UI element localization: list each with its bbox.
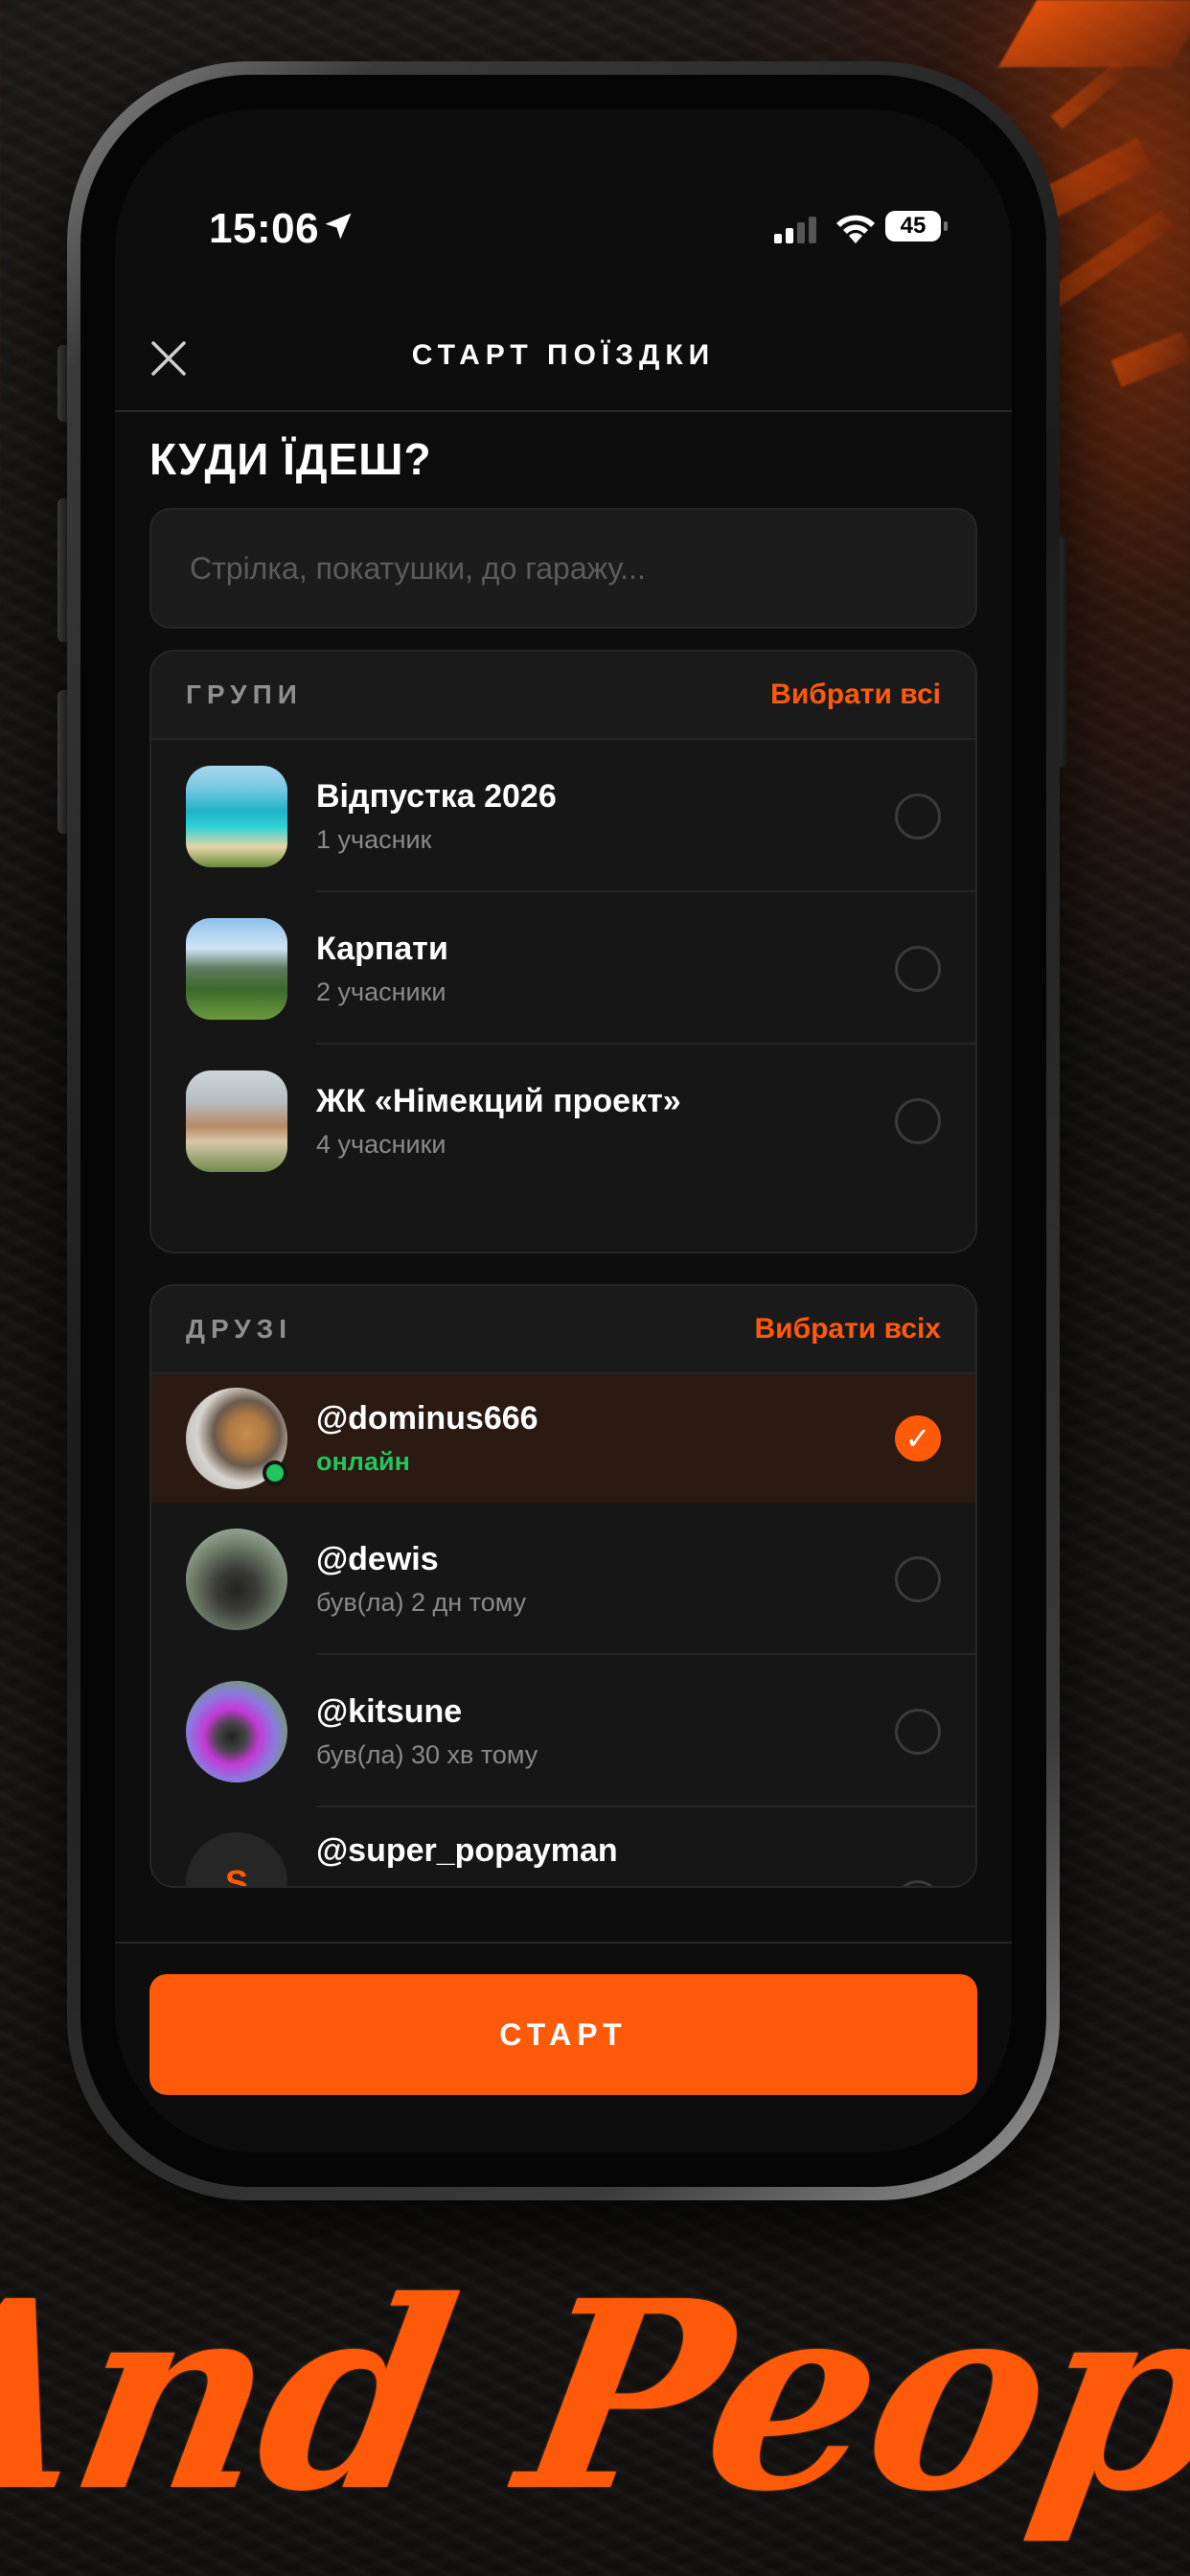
friend-row[interactable]: @kitsune був(ла) 30 хв тому [151, 1655, 975, 1807]
avatar [186, 1528, 287, 1630]
friend-name: @super_popayman [316, 1832, 618, 1869]
page-title: СТАРТ ПОЇЗДКИ [411, 339, 716, 371]
group-members: 2 учасники [316, 977, 446, 1006]
avatar [186, 1388, 287, 1489]
friend-radio[interactable] [895, 1708, 941, 1755]
group-avatar [186, 765, 287, 867]
friend-radio[interactable] [895, 1880, 941, 1886]
group-row[interactable]: Карпати 2 учасники [151, 892, 975, 1045]
group-radio[interactable] [895, 945, 941, 992]
phone-frame: 15:06 45 СТАРТ ПОЇЗДКИ КУДИ ЇДЕШ? Стрілк… [67, 61, 1060, 2200]
signal-icon [774, 217, 816, 243]
status-bar: 15:06 45 [115, 109, 1012, 282]
friend-name: @dominus666 [316, 1400, 538, 1437]
friend-name: @dewis [316, 1540, 439, 1577]
group-name: ЖК «Німекций проект» [316, 1082, 681, 1119]
group-radio[interactable] [895, 793, 941, 840]
friend-row[interactable]: @dominus666 онлайн ✓ [151, 1374, 975, 1503]
group-members: 4 учасники [316, 1129, 446, 1159]
group-name: Відпустка 2026 [316, 777, 557, 815]
friend-name: @kitsune [316, 1692, 463, 1730]
group-avatar [186, 1070, 287, 1172]
online-indicator [263, 1460, 287, 1485]
group-members: 1 учасник [316, 824, 432, 854]
ember-decoration [997, 0, 1190, 67]
destination-input[interactable]: Стрілка, покатушки, до гаражу... [149, 508, 977, 629]
phone-bezel: 15:06 45 СТАРТ ПОЇЗДКИ КУДИ ЇДЕШ? Стрілк… [80, 75, 1046, 2187]
ember-decoration [1110, 332, 1190, 387]
friends-label: ДРУЗІ [186, 1314, 292, 1344]
nav-header: СТАРТ ПОЇЗДКИ [115, 320, 1012, 412]
status-time: 15:06 [209, 205, 320, 252]
groups-card: ГРУПИ Вибрати всі Відпустка 2026 1 учасн… [149, 650, 977, 1254]
friend-status: був(ла) 30 хв тому [316, 1739, 538, 1769]
select-all-friends-button[interactable]: Вибрати всіх [754, 1313, 941, 1346]
friend-status: онлайн [316, 1447, 410, 1476]
divider [115, 1942, 1012, 1944]
groups-header: ГРУПИ Вибрати всі [151, 652, 975, 740]
avatar [186, 1680, 287, 1782]
group-row[interactable]: ЖК «Німекций проект» 4 учасники [151, 1045, 975, 1197]
wifi-icon [836, 215, 875, 243]
group-radio[interactable] [895, 1097, 941, 1144]
group-row[interactable]: Відпустка 2026 1 учасник [151, 740, 975, 892]
ember-decoration [1050, 60, 1129, 129]
group-name: Карпати [316, 930, 448, 967]
friend-row[interactable]: @dewis був(ла) 2 дн тому [151, 1503, 975, 1655]
check-icon[interactable]: ✓ [895, 1415, 941, 1461]
friend-radio[interactable] [895, 1555, 941, 1602]
promo-text: And People [0, 2243, 1190, 2548]
groups-label: ГРУПИ [186, 679, 303, 709]
app-screen: 15:06 45 СТАРТ ПОЇЗДКИ КУДИ ЇДЕШ? Стрілк… [115, 109, 1012, 2152]
battery-icon: 45 [885, 211, 948, 242]
avatar: S [186, 1832, 287, 1886]
select-all-groups-button[interactable]: Вибрати всі [770, 678, 941, 711]
friends-card: ДРУЗІ Вибрати всіх @dominus666 онлайн ✓ [149, 1284, 977, 1888]
location-arrow-icon [325, 213, 352, 240]
friend-status: був(ла) 2 дн тому [316, 1587, 527, 1617]
friends-header: ДРУЗІ Вибрати всіх [151, 1286, 975, 1374]
friend-row[interactable]: S @super_popayman [151, 1807, 975, 1886]
destination-heading: КУДИ ЇДЕШ? [149, 434, 432, 484]
group-avatar [186, 917, 287, 1020]
ember-decoration [1043, 209, 1174, 310]
start-button[interactable]: СТАРТ [149, 1974, 977, 2095]
